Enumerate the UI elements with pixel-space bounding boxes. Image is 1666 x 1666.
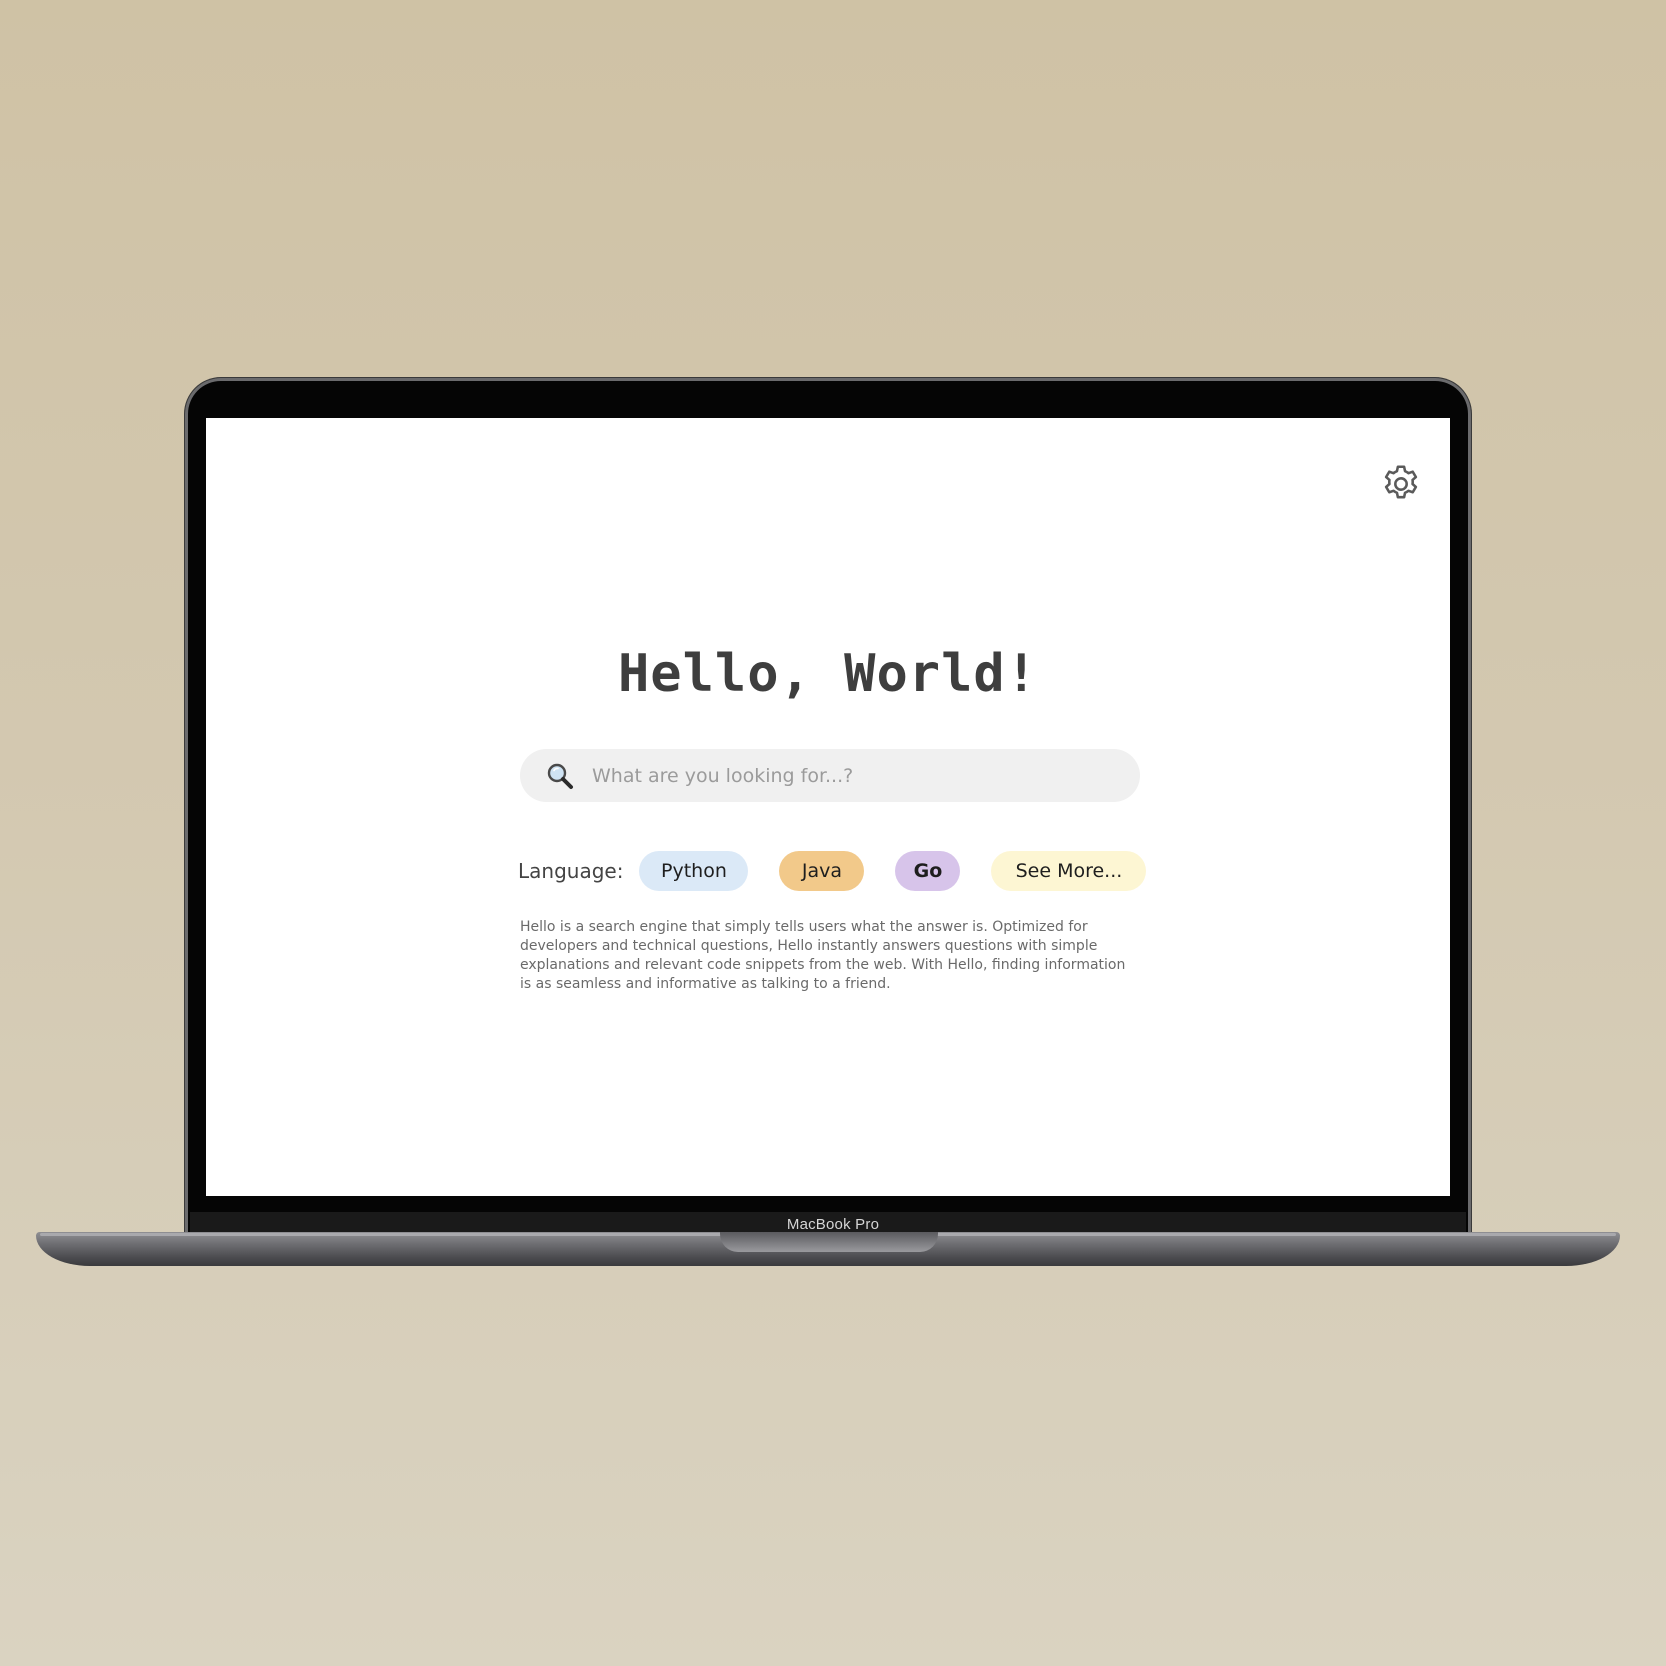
description-text: Hello is a search engine that simply tel… (520, 919, 1126, 992)
search-bar[interactable] (520, 749, 1140, 802)
language-chip-go[interactable]: Go (895, 851, 961, 891)
see-more-button[interactable]: See More... (991, 851, 1147, 891)
search-icon (544, 760, 576, 792)
settings-button[interactable] (1378, 461, 1424, 507)
language-chip-java[interactable]: Java (779, 851, 865, 891)
app-screen: Hello, World! Language: Python Java Go S… (206, 418, 1450, 1196)
language-label: Language: (518, 859, 624, 883)
language-filter: Language: Python Java Go See More... (518, 850, 1147, 892)
device-label: MacBook Pro (786, 1216, 880, 1233)
search-input[interactable] (590, 763, 1114, 788)
page-title: Hello, World! (618, 644, 1038, 704)
language-chip-python[interactable]: Python (639, 851, 749, 891)
gear-icon (1384, 465, 1418, 499)
laptop-opening-notch (720, 1232, 938, 1252)
